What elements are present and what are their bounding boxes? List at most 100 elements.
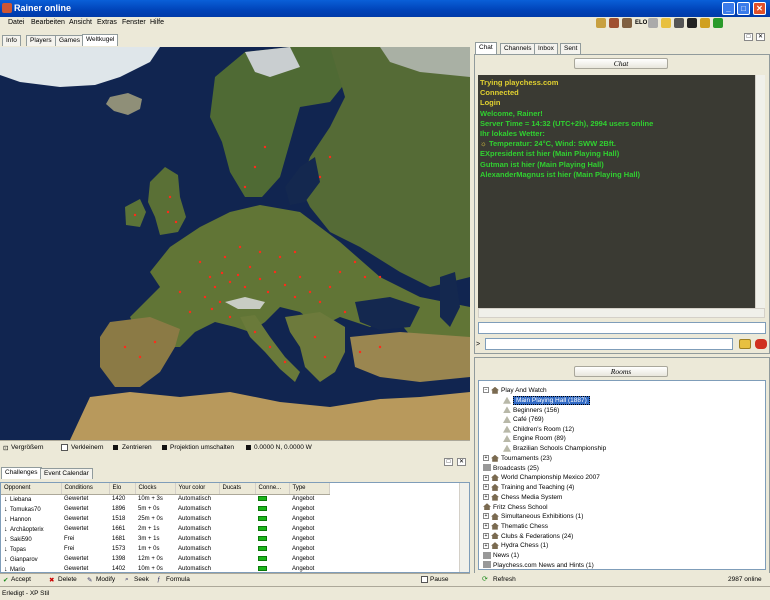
col-connection[interactable]: Conne... [255,483,290,495]
close-button[interactable]: ✕ [753,2,766,15]
room-item[interactable]: + Simultaneous Exhibitions (1) [483,512,583,522]
tab-event-calendar[interactable]: Event Calendar [40,468,93,479]
room-play-and-watch[interactable]: − Play And Watch [483,386,547,396]
room-item[interactable]: + Chess Media System [483,493,562,503]
room-item[interactable]: Broadcasts (25) [483,464,539,474]
zoom-out-icon[interactable] [61,444,68,451]
rooms-header[interactable]: Rooms [574,366,668,377]
maximize-button[interactable]: □ [737,2,750,15]
expand-icon[interactable]: + [483,523,489,530]
tab-challenges[interactable]: Challenges [1,467,42,479]
tab-info[interactable]: Info [2,35,21,46]
minimize-button[interactable]: _ [722,2,735,15]
zoom-in-button[interactable]: Vergrößern [11,444,44,451]
tab-weltkugel[interactable]: Weltkugel [82,34,119,46]
accept-button[interactable]: Accept [11,576,31,583]
room-item[interactable]: Fritz Chess School [483,503,548,513]
table-row[interactable]: ↓ Archäopterix Gewertet 1661 2m + 1s Automati… [1,524,329,534]
panel-float-button[interactable]: □ [444,458,453,466]
group-icon[interactable] [622,18,632,28]
expand-icon[interactable]: + [483,474,489,481]
tab-channels[interactable]: Channels [500,43,536,54]
menu-bearbeiten[interactable]: Bearbeiten [31,19,65,26]
subroom-item[interactable]: Brazilian Schools Championship [503,444,606,454]
chat-float-button[interactable]: □ [744,33,753,41]
calculator-icon[interactable] [648,18,658,28]
subroom-item[interactable]: Children's Room (12) [503,425,574,435]
menu-hilfe[interactable]: Hilfe [150,19,164,26]
expand-icon[interactable]: + [483,494,489,501]
table-row[interactable]: ↓ Hannon Gewertet 1518 25m + 0s Automatisch An… [1,514,329,524]
table-row[interactable]: ↓ Saki590 Frei 1681 3m + 1s Automatisch Angebo… [1,534,329,544]
collapse-icon[interactable]: − [483,387,489,394]
green-square-icon[interactable] [713,18,723,28]
table-row[interactable]: ↓ Gianparov Gewertet 1398 12m + 0s Automatisc… [1,554,329,564]
col-your-color[interactable]: Your color [175,483,220,495]
menu-extras[interactable]: Extras [97,19,117,26]
tab-sent[interactable]: Sent [560,43,582,54]
challenges-scrollbar[interactable] [459,483,469,572]
pawn-icon[interactable] [674,18,684,28]
chat-channel-select[interactable] [478,322,766,334]
phone-icon[interactable] [609,18,619,28]
expand-icon[interactable]: + [483,532,489,539]
panel-close-button[interactable]: ✕ [457,458,466,466]
col-type[interactable]: Type [289,483,330,495]
tab-players[interactable]: Players [26,35,56,46]
trophy-icon[interactable] [700,18,710,28]
modify-button[interactable]: Modify [96,576,115,583]
tab-chat[interactable]: Chat [475,42,497,54]
subroom-item[interactable]: Beginners (156) [503,406,559,416]
tab-games[interactable]: Games [55,35,84,46]
table-row[interactable]: ↓ Topas Frei 1573 1m + 0s Automatisch Angebot [1,544,329,554]
room-item[interactable]: + Training and Teaching (4) [483,483,574,493]
world-map[interactable] [0,47,470,440]
expand-icon[interactable]: + [483,455,489,462]
room-item[interactable]: + Clubs & Federations (24) [483,532,573,542]
expand-icon[interactable]: + [483,513,489,520]
room-item[interactable]: + Thematic Chess [483,522,548,532]
subroom-item[interactable]: Café (769) [503,415,544,425]
pause-checkbox[interactable] [421,576,428,583]
delete-button[interactable]: Delete [58,576,77,583]
smiley-icon[interactable] [739,339,751,349]
projection-button[interactable]: Projektion umschalten [170,444,234,451]
room-item[interactable]: Playchess.com News and Hints (1) [483,561,594,569]
chat-hscrollbar[interactable] [478,308,765,318]
table-row[interactable]: ↓ Tomukas70 Gewertet 1896 5m + 0s Automatisch… [1,504,329,514]
col-opponent[interactable]: Opponent [1,483,62,495]
magnify-icon[interactable]: ⊡ [3,444,8,452]
expand-icon[interactable]: + [483,542,489,549]
table-row[interactable]: ↓ Liebana Gewertet 1420 10m + 3s Automatisch A… [1,494,329,504]
col-clocks[interactable]: Clocks [135,483,176,495]
menu-ansicht[interactable]: Ansicht [69,19,92,26]
subroom-item[interactable]: Engine Room (89) [503,434,566,444]
menu-datei[interactable]: Datei [8,19,24,26]
chat-input[interactable] [485,338,733,350]
room-item[interactable]: + World Championship Mexico 2007 [483,473,600,483]
col-conditions[interactable]: Conditions [61,483,110,495]
subroom-item[interactable]: Main Playing Hall (1887) [503,396,590,406]
formula-button[interactable]: Formula [166,576,190,583]
chat-close-button[interactable]: ✕ [756,33,765,41]
col-ducats[interactable]: Ducats [219,483,256,495]
chat-bubble-icon[interactable] [661,18,671,28]
expand-icon[interactable]: + [483,484,489,491]
center-button[interactable]: Zentrieren [122,444,152,451]
refresh-button[interactable]: Refresh [493,576,516,583]
room-item[interactable]: + Hydra Chess (1) [483,541,548,551]
seek-button[interactable]: Seek [134,576,149,583]
table-row[interactable]: ↓ Mario Gewertet 1402 10m + 0s Automatisch Ang… [1,564,329,572]
tab-inbox[interactable]: Inbox [534,43,558,54]
chat-header[interactable]: Chat [574,58,668,69]
send-phone-icon[interactable] [755,339,767,349]
room-item[interactable]: + Tournaments (23) [483,454,552,464]
chat-scrollbar[interactable] [755,75,765,308]
menu-fenster[interactable]: Fenster [122,19,146,26]
col-elo[interactable]: Elo [109,483,136,495]
elo-icon[interactable]: ELO [635,18,647,28]
room-item[interactable]: News (1) [483,551,519,561]
yinyang-icon[interactable] [687,18,697,28]
people-icon[interactable] [596,18,606,28]
zoom-out-button[interactable]: Verkleinern [71,444,104,451]
